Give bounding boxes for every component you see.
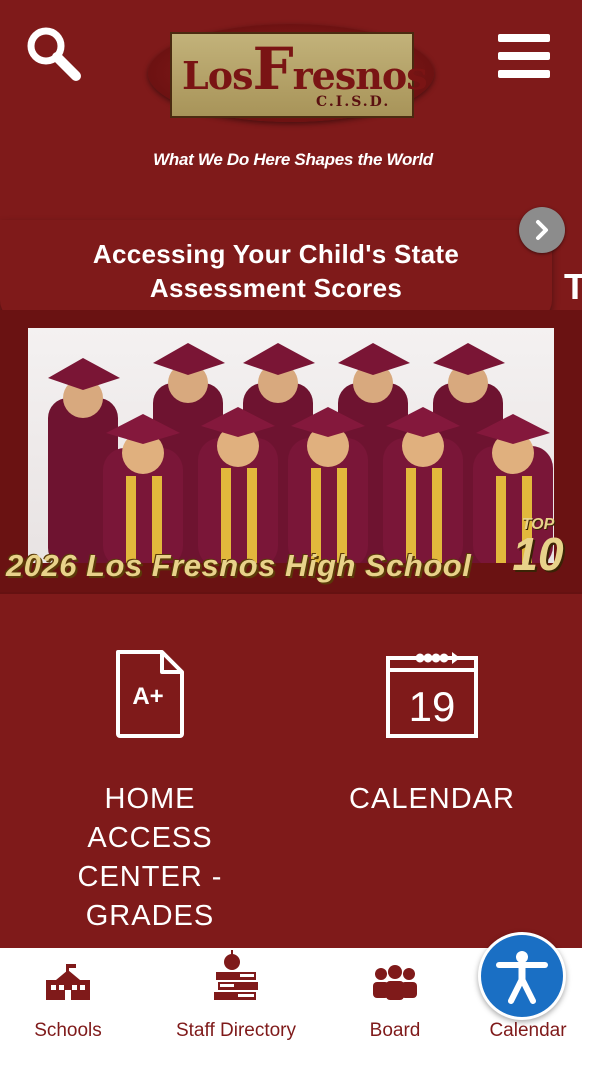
chevron-right-icon [536,220,548,240]
logo-word-los: Los [182,53,253,98]
top-ten-badge: TOP 10 [500,516,576,586]
quick-link-home-access-center[interactable]: A+ HOME ACCESS CENTER - GRADES [40,648,260,936]
banner-caption: 2026 Los Fresnos High School [6,542,566,590]
quick-link-label: HOME ACCESS CENTER - GRADES [77,783,223,932]
quick-links: A+ HOME ACCESS CENTER - GRADES 19 CALEND… [0,594,582,948]
logo-cisd: C.I.S.D. [316,94,391,110]
school-building-icon [46,964,90,1000]
nav-label: Schools [34,1020,102,1041]
graduates-photo [28,328,554,563]
calendar-icon-day: 19 [409,683,456,730]
tagline: What We Do Here Shapes the World [153,150,433,169]
search-icon [27,27,81,81]
main-screen: LosFresnos C.I.S.D. What We Do Here Shap… [0,0,582,948]
nav-label: Calendar [489,1020,567,1041]
nav-label: Board [369,1020,421,1041]
announcement-text[interactable]: Accessing Your Child's State Assessment … [56,237,496,305]
announcement-next-button[interactable] [519,207,565,253]
quick-link-label: CALENDAR [349,783,515,815]
people-group-icon [373,965,417,1000]
calendar-icon: 19 [386,652,478,738]
site-header: LosFresnos C.I.S.D. What We Do Here Shap… [0,0,582,170]
graduates-illustration [48,343,553,563]
nav-schools[interactable]: Schools [18,964,118,1042]
search-button[interactable] [18,20,88,86]
logo-letter-f: F [252,35,293,103]
announcement-banner[interactable]: Accessing Your Child's State Assessment … [0,220,552,322]
right-gutter [582,0,600,948]
hero-banner[interactable]: 2026 Los Fresnos High School TOP 10 [0,310,582,592]
nav-board[interactable]: Board [348,964,442,1042]
hamburger-menu-icon [498,34,550,78]
quick-link-calendar[interactable]: 19 CALENDAR [320,648,544,819]
district-logo[interactable]: LosFresnos C.I.S.D. What We Do Here Shap… [148,24,438,169]
banner-caption-text: 2026 Los Fresnos High School [6,548,472,583]
logo-wordmark: LosFresnos [182,40,428,98]
books-apple-icon [214,950,258,1000]
logo-word-resnos: resnos [292,53,428,98]
grade-document-icon: A+ [116,650,184,738]
accessibility-button[interactable] [478,932,566,1020]
accessibility-person-icon [496,951,548,1004]
ticker-ghost-tail: T [564,266,582,307]
nav-label: Staff Directory [175,1020,297,1041]
nav-staff-directory[interactable]: Staff Directory [158,950,314,1042]
grade-icon-text: A+ [132,683,163,710]
menu-button[interactable] [490,25,558,87]
top-ten-badge-number: 10 [512,528,564,580]
